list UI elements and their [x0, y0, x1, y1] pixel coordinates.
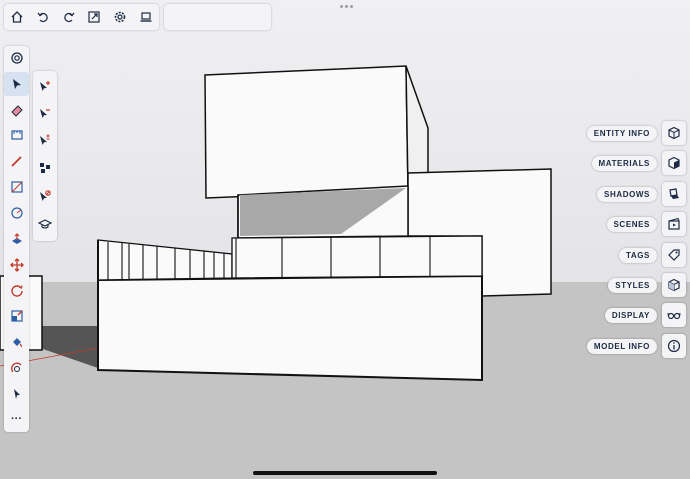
- circle-icon[interactable]: [4, 201, 29, 225]
- panel-label[interactable]: MATERIALS: [591, 155, 657, 171]
- panel-label[interactable]: DISPLAY: [604, 307, 657, 323]
- paint-bucket-icon[interactable]: [4, 330, 29, 354]
- panel-scenes[interactable]: SCENES: [606, 212, 686, 236]
- settings-icon[interactable]: [107, 4, 133, 30]
- scale-icon[interactable]: [4, 304, 29, 328]
- left-toolbar: ···: [4, 46, 29, 432]
- top-toolbar: [4, 4, 159, 30]
- object-info-icon[interactable]: [4, 46, 29, 70]
- main-box: [97, 274, 483, 382]
- model-info-icon[interactable]: [662, 334, 686, 358]
- learn-icon[interactable]: [33, 211, 57, 237]
- search-field[interactable]: [164, 4, 271, 30]
- styles-icon[interactable]: [662, 273, 686, 297]
- shadows-icon[interactable]: [662, 182, 686, 206]
- materials-icon[interactable]: [662, 151, 686, 175]
- undo-icon[interactable]: [30, 4, 56, 30]
- home-indicator[interactable]: [253, 471, 437, 475]
- model-viewport[interactable]: [0, 0, 690, 479]
- panel-entity-info[interactable]: ENTITY INFO: [586, 121, 686, 145]
- export-icon[interactable]: [81, 4, 107, 30]
- panel-materials[interactable]: MATERIALS: [591, 151, 686, 175]
- panel-model-info[interactable]: MODEL INFO: [586, 334, 686, 358]
- home-icon[interactable]: [4, 4, 30, 30]
- select-toggle-icon[interactable]: [33, 127, 57, 153]
- select-all-icon[interactable]: [33, 155, 57, 181]
- rotate-icon[interactable]: [4, 278, 29, 302]
- eraser-icon[interactable]: [4, 98, 29, 122]
- orbit-icon[interactable]: [4, 356, 29, 380]
- panel-label[interactable]: STYLES: [608, 277, 657, 293]
- railing-straight: [231, 235, 483, 279]
- panel-label[interactable]: ENTITY INFO: [586, 125, 657, 141]
- select-tool-icon[interactable]: [4, 72, 29, 96]
- tags-icon[interactable]: [662, 243, 686, 267]
- push-pull-icon[interactable]: [4, 227, 29, 251]
- pencil-icon[interactable]: [4, 149, 29, 173]
- panel-label[interactable]: SCENES: [606, 216, 657, 232]
- move-icon[interactable]: [4, 253, 29, 277]
- entity-info-icon[interactable]: [662, 121, 686, 145]
- redo-icon[interactable]: [56, 4, 82, 30]
- display-icon[interactable]: [662, 303, 686, 327]
- panel-label[interactable]: MODEL INFO: [586, 338, 657, 354]
- select-sub-toolbar: [33, 71, 57, 241]
- arrow-cursor-icon[interactable]: [4, 382, 29, 406]
- select-none-icon[interactable]: [33, 183, 57, 209]
- panel-tags[interactable]: TAGS: [618, 243, 686, 267]
- panel-shadows[interactable]: SHADOWS: [597, 182, 686, 206]
- upper-box-front: [204, 65, 409, 199]
- laptop-icon[interactable]: [133, 4, 159, 30]
- panel-label[interactable]: TAGS: [618, 247, 657, 263]
- panel-label[interactable]: SHADOWS: [597, 186, 657, 202]
- select-subtract-icon[interactable]: [33, 100, 57, 126]
- more-icon[interactable]: ···: [4, 407, 29, 431]
- rectangle-icon[interactable]: [4, 175, 29, 199]
- panel-display[interactable]: DISPLAY: [604, 303, 686, 327]
- drag-handle[interactable]: [337, 5, 355, 9]
- tape-measure-icon[interactable]: [4, 123, 29, 147]
- select-add-icon[interactable]: [33, 73, 57, 99]
- panel-styles[interactable]: STYLES: [608, 273, 686, 297]
- scenes-icon[interactable]: [662, 212, 686, 236]
